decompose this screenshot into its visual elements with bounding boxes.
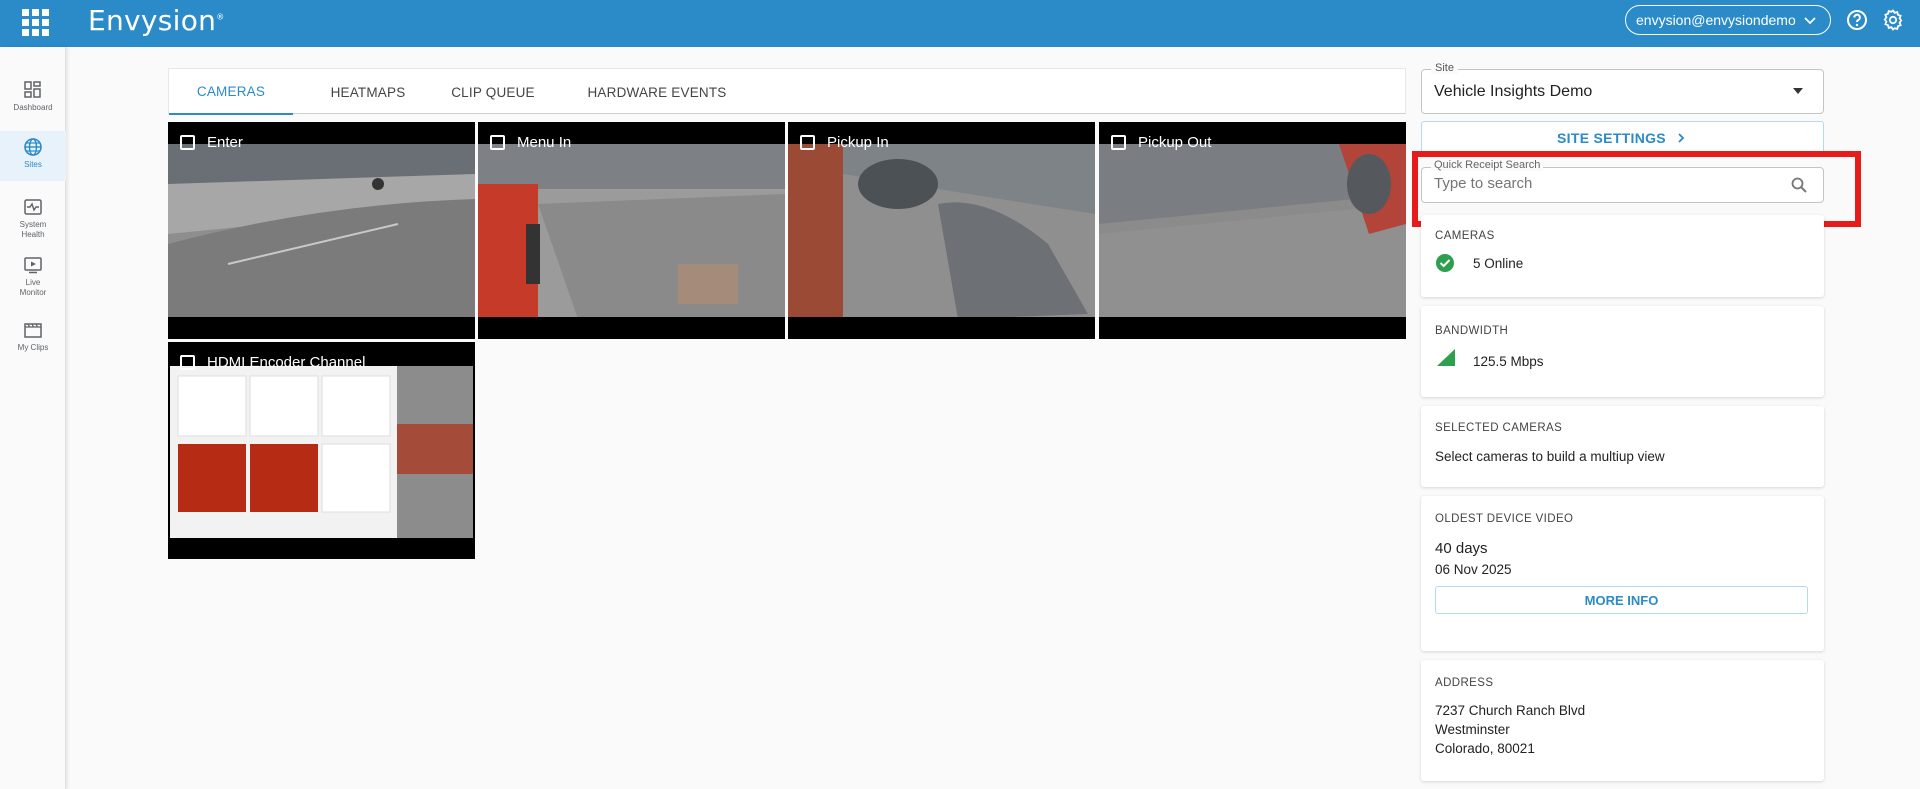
selected-cameras-hint: Select cameras to build a multiup view	[1435, 449, 1665, 464]
clips-icon	[24, 323, 42, 338]
user-menu-button[interactable]: envysion@envysiondemo	[1625, 5, 1831, 35]
oldest-device-video-card: OLDEST DEVICE VIDEO 40 days 06 Nov 2025 …	[1421, 496, 1824, 651]
camera-name: Menu In	[517, 134, 572, 151]
selected-cameras-card: SELECTED CAMERAS Select cameras to build…	[1421, 406, 1824, 487]
site-settings-button[interactable]: SITE SETTINGS	[1421, 121, 1824, 155]
card-title: OLDEST DEVICE VIDEO	[1435, 513, 1574, 525]
gear-icon[interactable]	[1881, 8, 1905, 32]
camera-select-checkbox[interactable]	[180, 135, 195, 150]
dropdown-caret-icon[interactable]	[1793, 88, 1803, 94]
camera-tile-enter[interactable]: Enter	[168, 122, 475, 339]
top-bar: Envysion® envysion@envysiondemo	[0, 0, 1920, 47]
card-title: SELECTED CAMERAS	[1435, 422, 1563, 434]
camera-name: HDMI Encoder Channel	[207, 354, 366, 371]
camera-select-checkbox[interactable]	[490, 135, 505, 150]
camera-select-checkbox[interactable]	[800, 135, 815, 150]
camera-select-checkbox[interactable]	[1111, 135, 1126, 150]
signal-strength-icon	[1437, 349, 1455, 366]
dashboard-icon	[24, 81, 41, 98]
system-health-icon	[24, 199, 42, 215]
brand-logo[interactable]: Envysion®	[88, 4, 225, 37]
more-info-button[interactable]: MORE INFO	[1435, 586, 1808, 614]
camera-tile-menu-in[interactable]: Menu In	[478, 122, 785, 339]
camera-name: Pickup In	[827, 134, 889, 151]
app-launcher-icon[interactable]	[22, 9, 49, 36]
live-monitor-icon	[24, 257, 42, 274]
card-title: ADDRESS	[1435, 677, 1494, 689]
sidebar: Dashboard Sites System Health Live Monit…	[0, 47, 66, 789]
camera-name: Pickup Out	[1138, 134, 1212, 151]
address-line-2: Westminster	[1435, 722, 1510, 737]
sidebar-item-live-monitor[interactable]: Live Monitor	[0, 255, 66, 298]
address-line-3: Colorado, 80021	[1435, 741, 1535, 756]
bandwidth-value: 125.5 Mbps	[1473, 354, 1544, 369]
card-title: CAMERAS	[1435, 230, 1495, 242]
address-card: ADDRESS 7237 Church Ranch Blvd Westminst…	[1421, 660, 1824, 781]
sidebar-item-sites[interactable]: Sites	[0, 131, 66, 181]
tab-heatmaps[interactable]: HEATMAPS	[306, 69, 430, 115]
camera-tile-pickup-out[interactable]: Pickup Out	[1099, 122, 1406, 339]
sidebar-item-my-clips[interactable]: My Clips	[0, 320, 66, 353]
oldest-video-date: 06 Nov 2025	[1435, 562, 1512, 577]
camera-name: Enter	[207, 134, 243, 151]
bandwidth-card: BANDWIDTH 125.5 Mbps	[1421, 306, 1824, 397]
cameras-status-card: CAMERAS 5 Online	[1421, 215, 1824, 297]
camera-feed-image	[788, 144, 1095, 339]
camera-feed-image	[1099, 144, 1406, 339]
user-email: envysion@envysiondemo	[1636, 12, 1796, 28]
card-title: BANDWIDTH	[1435, 325, 1509, 337]
oldest-video-days: 40 days	[1435, 540, 1488, 557]
address-line-1: 7237 Church Ranch Blvd	[1435, 703, 1586, 718]
tab-hardware-events[interactable]: HARDWARE EVENTS	[569, 69, 745, 115]
tab-cameras[interactable]: CAMERAS	[169, 69, 293, 115]
check-circle-icon	[1436, 254, 1454, 272]
globe-icon	[24, 138, 42, 156]
tab-clip-queue[interactable]: CLIP QUEUE	[431, 69, 555, 115]
help-icon[interactable]	[1845, 8, 1869, 32]
chevron-right-icon	[1678, 133, 1685, 143]
camera-feed-image	[478, 144, 785, 339]
chevron-down-icon	[1804, 17, 1816, 25]
sidebar-item-dashboard[interactable]: Dashboard	[0, 80, 66, 113]
camera-select-checkbox[interactable]	[180, 355, 195, 370]
camera-feed-image	[168, 144, 475, 339]
site-select-value[interactable]: Vehicle Insights Demo	[1434, 83, 1592, 101]
sidebar-item-system-health[interactable]: System Health	[0, 197, 66, 240]
camera-feed-image	[168, 364, 475, 559]
cameras-online-count: 5 Online	[1473, 256, 1524, 271]
camera-tile-pickup-in[interactable]: Pickup In	[788, 122, 1095, 339]
site-select-label: Site	[1431, 62, 1458, 74]
view-tabs: CAMERAS HEATMAPS CLIP QUEUE HARDWARE EVE…	[168, 68, 1406, 115]
camera-tile-hdmi-encoder[interactable]: HDMI Encoder Channel	[168, 342, 475, 559]
